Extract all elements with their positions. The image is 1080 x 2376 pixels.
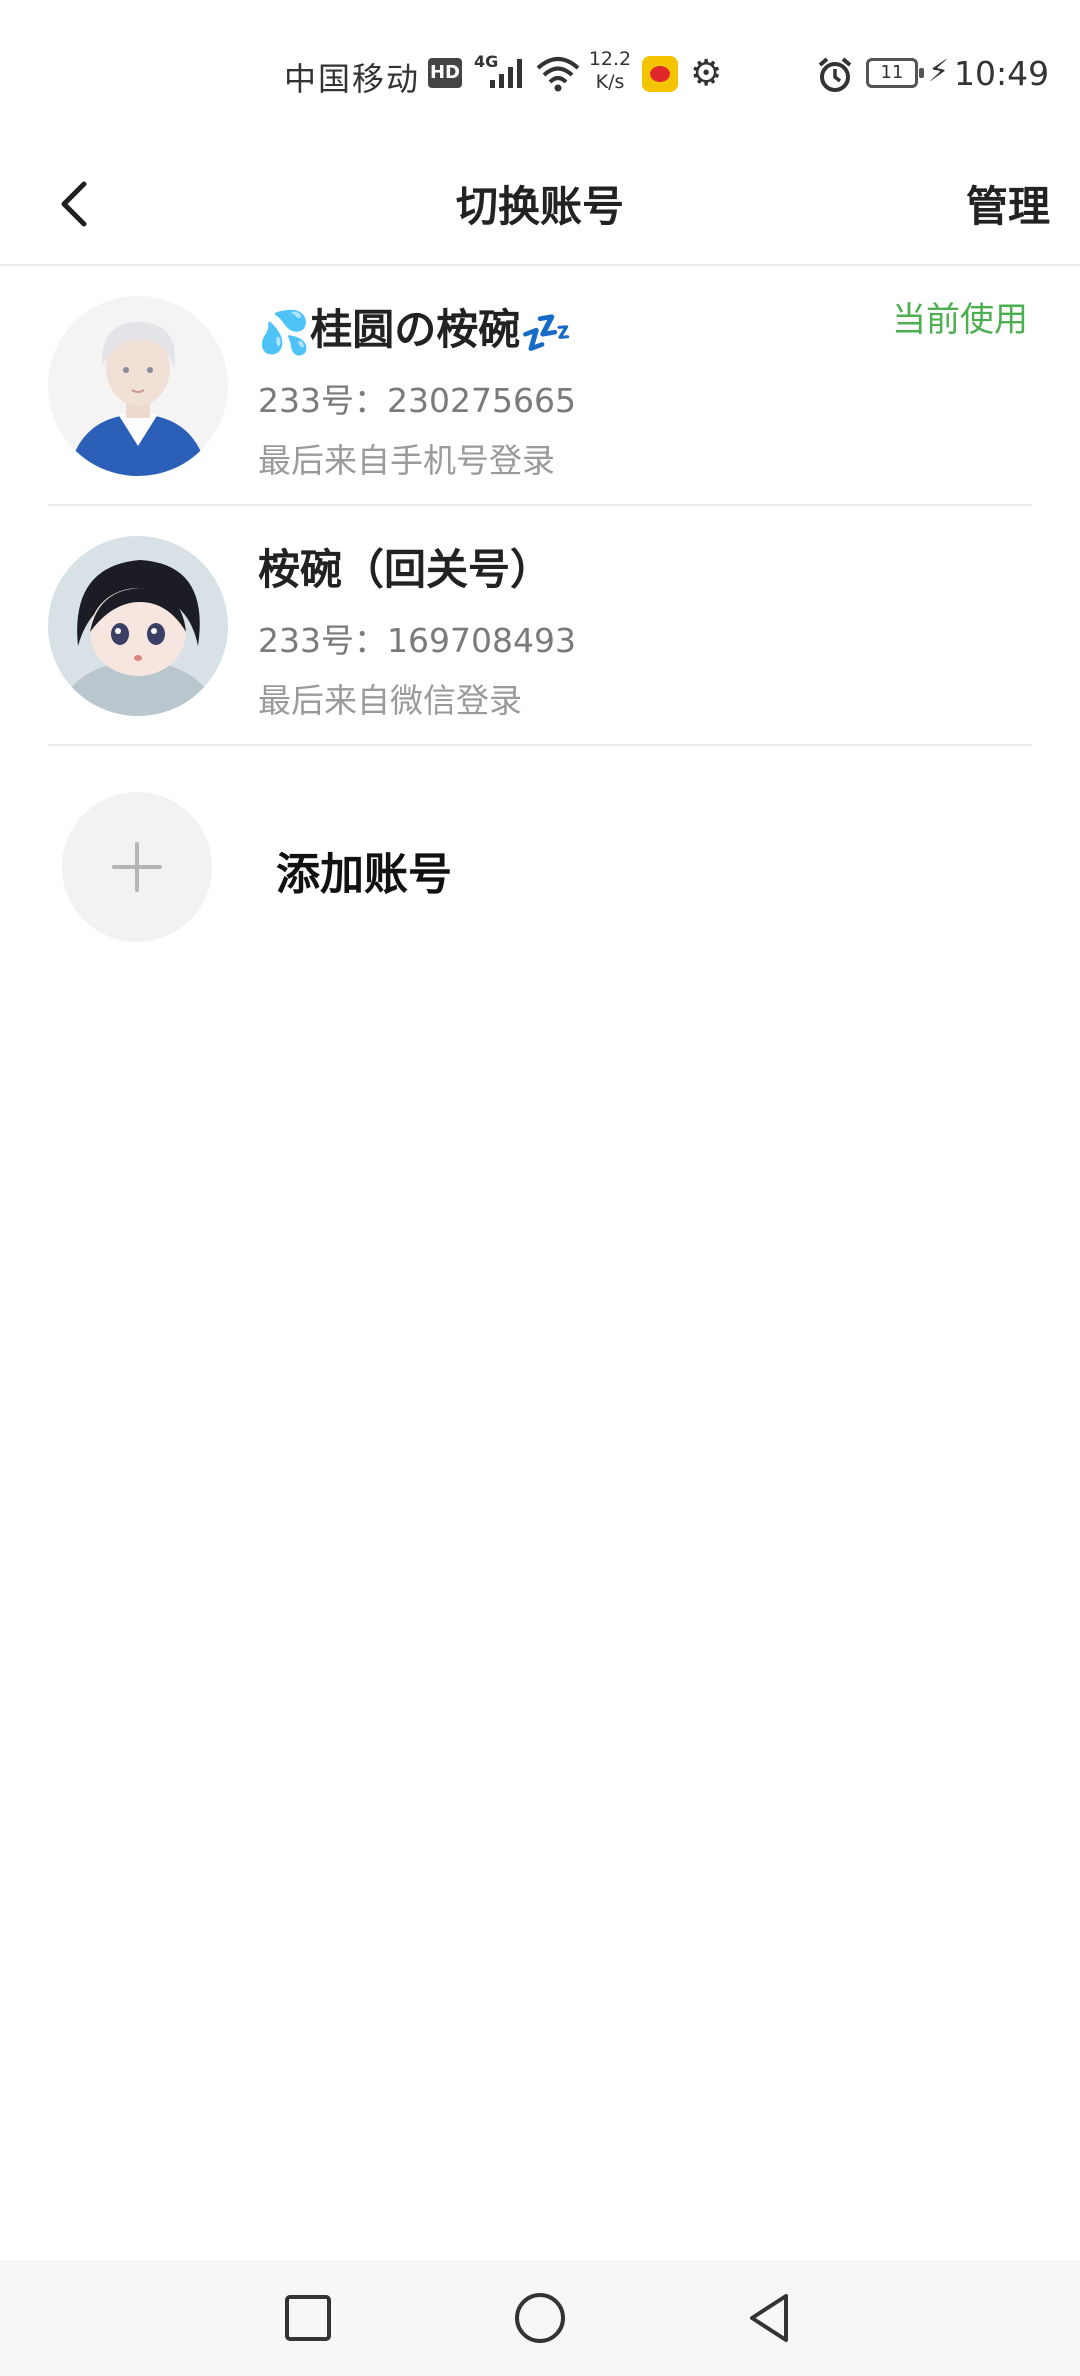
chevron-left-icon[interactable] [52,164,96,244]
page-title: 切换账号 [455,182,624,231]
account-name: 桉碗（回关号） [258,545,553,594]
avatar-illustration [48,296,228,476]
add-account-circle[interactable] [62,792,212,942]
switch-account-screen: 中国移动 HD 4G 12.2 K/s ⚙ 11 ⚡ 10:49 切换账号 管理… [0,0,1080,2376]
avatar [48,536,228,716]
add-account-button[interactable]: 添加账号 [0,760,1080,980]
speed-unit: K/s [595,71,625,93]
account-name: 💦桂圆の桉碗💤 [258,296,573,358]
carrier-name: 中国移动 [284,60,421,98]
account-login-source: 最后来自手机号登录 [258,441,555,480]
home-circle-icon[interactable] [510,2288,570,2348]
account-id: 233号：169708493 [258,621,576,660]
recents-square-icon[interactable] [278,2288,338,2348]
signal-icon [490,59,522,88]
account-id: 233号：230275665 [258,381,576,420]
wifi-icon [536,57,580,92]
back-triangle-icon[interactable] [740,2288,800,2348]
charging-icon: ⚡ [928,54,950,89]
alarm-icon [818,57,852,92]
status-bar: 中国移动 HD 4G 12.2 K/s ⚙ 11 ⚡ 10:49 [0,0,1080,150]
sweat-droplets-icon: 💦 [258,307,311,357]
add-account-label: 添加账号 [276,849,452,900]
gear-icon: ⚙ [690,53,723,94]
avatar [48,296,228,476]
speed-value: 12.2 [588,48,632,70]
manage-button[interactable]: 管理 [966,150,1050,264]
current-use-badge: 当前使用 [892,300,1028,340]
account-login-source: 最后来自微信登录 [258,681,522,720]
divider [48,744,1032,746]
top-nav-bar: 切换账号 管理 [0,150,1080,266]
plus-icon [112,842,162,892]
system-nav-bar [0,2260,1080,2376]
account-name-text: 桂圆の桉碗 [310,305,521,354]
account-item[interactable]: 桉碗（回关号） 233号：169708493 最后来自微信登录 [0,506,1080,746]
clock: 10:49 [954,54,1050,93]
zzz-icon: 💤 [520,307,573,357]
account-item-current[interactable]: 💦桂圆の桉碗💤 233号：230275665 最后来自手机号登录 当前使用 [0,266,1080,506]
battery-icon: 11 [866,58,924,88]
hd-icon: HD [428,58,462,88]
weibo-icon [642,56,678,92]
avatar-illustration [48,536,228,716]
network-speed: 12.2 K/s [588,48,632,94]
